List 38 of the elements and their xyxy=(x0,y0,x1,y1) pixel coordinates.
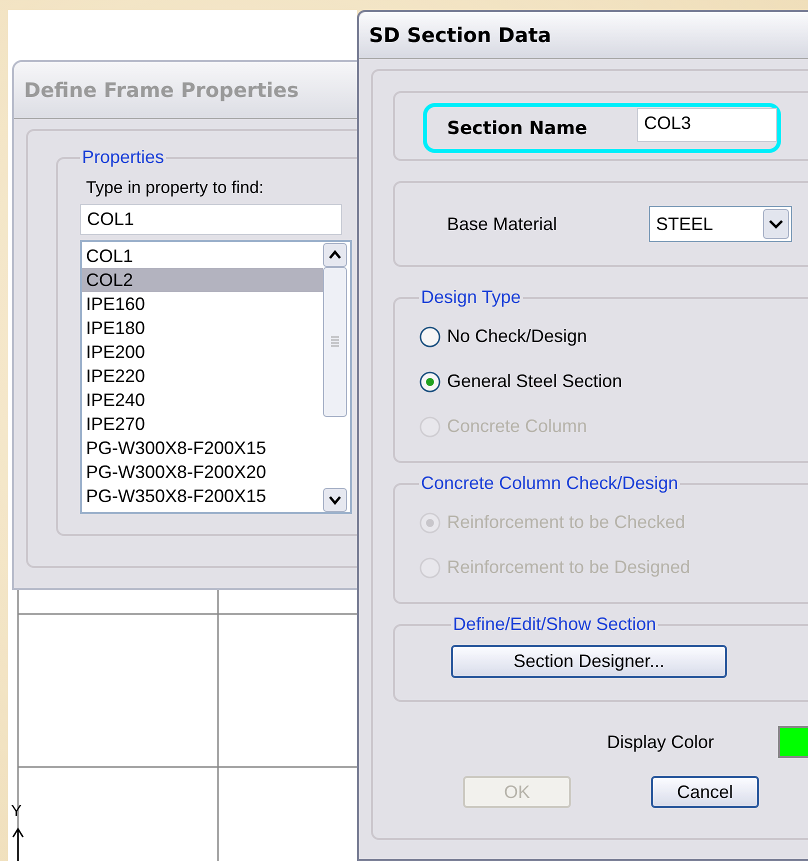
list-item[interactable]: COL2 xyxy=(82,268,323,292)
base-material-dropdown[interactable]: STEEL xyxy=(649,206,792,242)
list-item[interactable]: IPE220 xyxy=(82,364,323,388)
list-item[interactable]: COL1 xyxy=(82,244,323,268)
radio-label[interactable]: No Check/Design xyxy=(447,326,588,347)
radio-label[interactable]: General Steel Section xyxy=(447,371,622,392)
section-designer-button[interactable]: Section Designer... xyxy=(451,645,727,678)
group-title: Properties xyxy=(81,147,166,168)
list-item[interactable]: PG-W300X8-F200X15 xyxy=(82,436,323,460)
find-field[interactable]: COL1 xyxy=(80,204,342,235)
list-item[interactable]: IPE270 xyxy=(82,412,323,436)
list-item[interactable]: IPE240 xyxy=(82,388,323,412)
radio-button[interactable] xyxy=(419,326,441,348)
group-title: Define/Edit/Show Section xyxy=(452,614,658,635)
group-title: Concrete Column Check/Design xyxy=(420,473,680,494)
display-color-label: Display Color xyxy=(606,732,714,752)
find-label: Type in property to find: xyxy=(86,178,265,198)
scroll-up-icon[interactable] xyxy=(323,243,347,267)
list-item[interactable]: IPE200 xyxy=(82,340,323,364)
list-item[interactable]: IPE160 xyxy=(82,292,323,316)
axis-label: Y xyxy=(11,804,22,820)
scroll-thumb[interactable] xyxy=(323,267,347,417)
base-material-label: Base Material xyxy=(447,214,558,234)
axis-arrow-icon xyxy=(11,827,25,861)
list-item[interactable]: PG-W300X8-F200X20 xyxy=(82,460,323,484)
window-title: SD Section Data xyxy=(369,23,552,47)
section-name-label: Section Name xyxy=(447,118,588,138)
radio-button[interactable] xyxy=(419,370,441,392)
scroll-down-icon[interactable] xyxy=(323,488,347,512)
group-title: Design Type xyxy=(420,287,522,308)
window-title: Define Frame Properties xyxy=(24,78,299,102)
section-name-field[interactable]: COL3 xyxy=(637,108,777,142)
list-item[interactable]: PG-W350X8-F200X15 xyxy=(82,484,323,508)
scrollbar[interactable] xyxy=(323,242,350,512)
cancel-button[interactable]: Cancel xyxy=(651,776,759,808)
property-list[interactable]: COL1 COL2 IPE160 IPE180 IPE200 IPE220 IPE240 IPE270 PG-W300X8-F200X15 PG-W300X8-F200X20 PG-W350X8-F200X15 xyxy=(80,240,352,514)
list-item[interactable]: IPE180 xyxy=(82,316,323,340)
color-swatch[interactable] xyxy=(778,726,808,758)
